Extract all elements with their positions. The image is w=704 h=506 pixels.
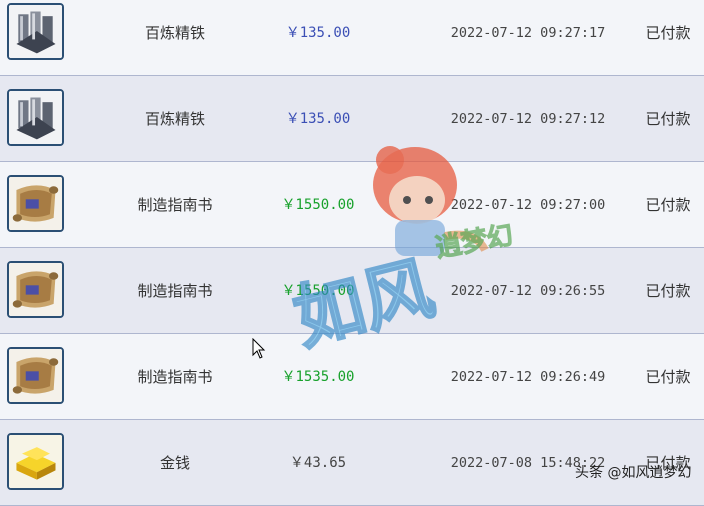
order-time: 2022-07-12 09:27:00 [450, 197, 606, 213]
order-time: 2022-07-12 09:27:17 [450, 25, 606, 41]
item-name: 制造指南书 [137, 368, 213, 386]
item-name: 百炼精铁 [144, 110, 205, 128]
order-row[interactable]: 制造指南书 ￥1550.00 2022-07-12 09:27:00 已付款 [0, 162, 704, 248]
iron-ingot-icon [7, 89, 64, 146]
item-price: ￥43.65 [289, 455, 347, 471]
gold-bars-icon [7, 433, 64, 490]
order-status: 已付款 [645, 282, 691, 300]
order-time: 2022-07-12 09:26:55 [450, 283, 606, 299]
scroll-book-icon [7, 261, 64, 318]
order-status: 已付款 [645, 110, 691, 128]
item-name: 百炼精铁 [144, 24, 205, 42]
item-name: 制造指南书 [137, 196, 213, 214]
scroll-book-icon [7, 347, 64, 404]
order-list: 百炼精铁 ￥135.00 2022-07-12 09:27:17 已付款 百炼精… [0, 0, 704, 506]
order-time: 2022-07-12 09:26:49 [450, 369, 606, 385]
scroll-book-icon [7, 175, 64, 232]
order-row[interactable]: 制造指南书 ￥1535.00 2022-07-12 09:26:49 已付款 [0, 334, 704, 420]
mouse-pointer-icon [252, 337, 268, 360]
order-row[interactable]: 制造指南书 ￥1550.00 2022-07-12 09:26:55 已付款 [0, 248, 704, 334]
item-price: ￥1550.00 [281, 283, 355, 299]
order-time: 2022-07-12 09:27:12 [450, 111, 606, 127]
item-price: ￥1550.00 [281, 197, 355, 213]
item-price: ￥135.00 [285, 25, 351, 41]
iron-ingot-icon [7, 3, 64, 60]
order-status: 已付款 [645, 368, 691, 386]
item-price: ￥135.00 [285, 111, 351, 127]
item-name: 制造指南书 [137, 282, 213, 300]
footer-watermark: 头条 @如风逍梦幻 [575, 465, 692, 481]
order-status: 已付款 [645, 24, 691, 42]
order-row[interactable]: 百炼精铁 ￥135.00 2022-07-12 09:27:17 已付款 [0, 0, 704, 76]
order-status: 已付款 [645, 196, 691, 214]
order-row[interactable]: 百炼精铁 ￥135.00 2022-07-12 09:27:12 已付款 [0, 76, 704, 162]
item-name: 金钱 [159, 454, 190, 472]
item-price: ￥1535.00 [281, 369, 355, 385]
